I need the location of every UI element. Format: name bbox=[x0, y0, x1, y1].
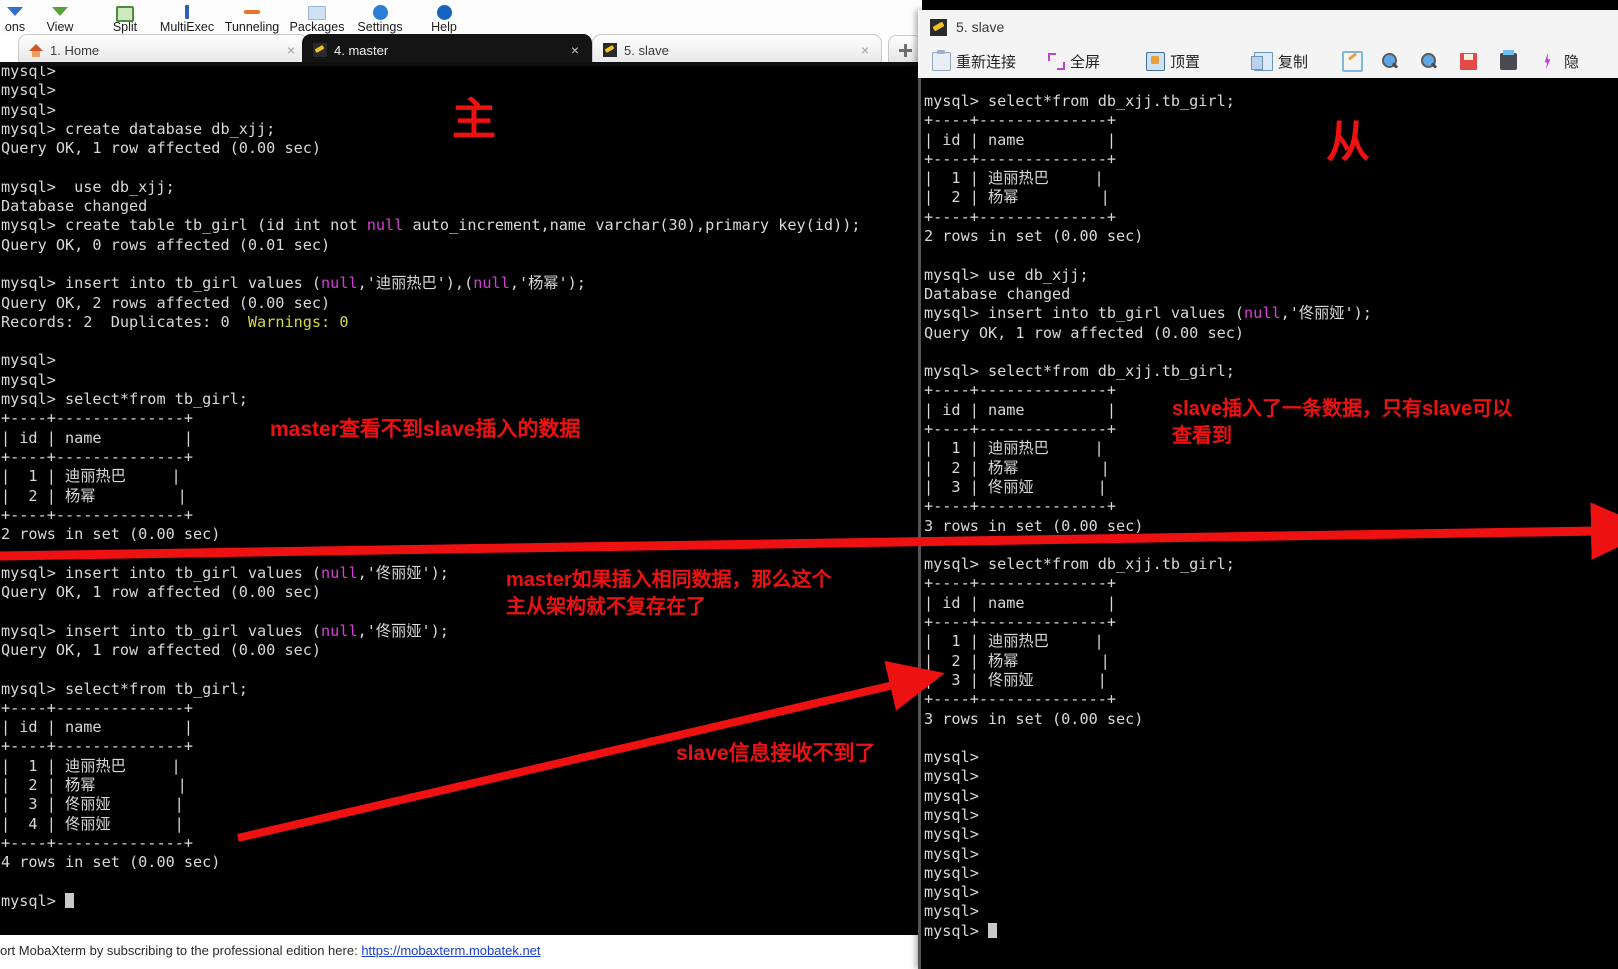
key-icon bbox=[313, 43, 327, 57]
fullscreen-label: 全屏 bbox=[1070, 53, 1101, 71]
reconnect-icon bbox=[932, 49, 951, 71]
slave-terminal-left-edge bbox=[918, 78, 921, 969]
split-icon bbox=[114, 4, 136, 22]
edit-button[interactable] bbox=[1342, 44, 1368, 78]
fullscreen-button[interactable]: 全屏 bbox=[1048, 44, 1100, 78]
zoom-in-button[interactable] bbox=[1382, 44, 1404, 78]
status-bar: ort MobaXterm by subscribing to the prof… bbox=[0, 935, 922, 969]
settings-icon bbox=[369, 4, 391, 20]
toolbar-item-view[interactable]: View bbox=[23, 0, 97, 36]
zoom-in-icon bbox=[1382, 52, 1399, 70]
toolbar-item-label: Tunneling bbox=[224, 20, 280, 34]
master-terminal[interactable]: mysql> mysql> mysql> mysql> create datab… bbox=[0, 66, 922, 935]
slave-window-title: 5. slave bbox=[956, 19, 1005, 35]
master-terminal-text: mysql> mysql> mysql> mysql> create datab… bbox=[1, 66, 861, 910]
status-bar-text: ort MobaXterm by subscribing to the prof… bbox=[0, 943, 358, 958]
toolbar-item-label: View bbox=[46, 20, 74, 34]
toolbar-item-help[interactable]: Help bbox=[407, 0, 481, 36]
tab-close-icon[interactable]: × bbox=[571, 42, 579, 58]
slave-toolbar: 重新连接 全屏 顶置 复制 隐 bbox=[918, 44, 1618, 78]
zoom-out-icon bbox=[1421, 52, 1438, 70]
slave-detached-window: 5. slave 重新连接 全屏 顶置 复制 隐 mysql> select*f… bbox=[918, 10, 1618, 969]
tunneling-icon bbox=[241, 4, 263, 20]
toolbar-item-settings[interactable]: Settings bbox=[343, 0, 417, 36]
plus-icon bbox=[898, 43, 912, 57]
save-icon bbox=[1460, 52, 1477, 70]
always-on-top-icon bbox=[1146, 51, 1165, 71]
bolt-icon bbox=[1539, 53, 1556, 70]
new-tab-button[interactable] bbox=[888, 35, 922, 65]
tab-label: 1. Home bbox=[50, 42, 100, 58]
tab-close-icon[interactable]: × bbox=[861, 42, 869, 58]
reconnect-label: 重新连接 bbox=[956, 53, 1017, 71]
toolbar-item-label: Split bbox=[112, 20, 138, 34]
reconnect-button[interactable]: 重新连接 bbox=[932, 44, 1016, 78]
key-icon bbox=[603, 43, 617, 57]
hide-label: 隐 bbox=[1564, 53, 1580, 71]
print-button[interactable] bbox=[1500, 44, 1522, 78]
copy-button[interactable]: 复制 bbox=[1251, 44, 1309, 78]
slave-terminal[interactable]: mysql> select*from db_xjj.tb_girl; +----… bbox=[918, 78, 1618, 969]
mobaxterm-main-window: ons View Split MultiExec Tunneling Packa… bbox=[0, 0, 922, 969]
toolbar-item-label: MultiExec bbox=[159, 20, 215, 34]
tab-label: 5. slave bbox=[624, 42, 669, 58]
fullscreen-icon bbox=[1048, 52, 1065, 70]
main-toolbar: ons View Split MultiExec Tunneling Packa… bbox=[0, 0, 922, 36]
copy-icon bbox=[1251, 51, 1273, 71]
always-on-top-label: 顶置 bbox=[1170, 53, 1201, 71]
print-icon bbox=[1500, 49, 1517, 70]
mobaxterm-link[interactable]: https://mobaxterm.mobatek.net bbox=[361, 943, 540, 958]
copy-label: 复制 bbox=[1278, 53, 1309, 71]
bolt-button[interactable] bbox=[1539, 44, 1561, 78]
toolbar-item-multiexec[interactable]: MultiExec bbox=[150, 0, 224, 36]
tab-label: 4. master bbox=[334, 42, 389, 58]
toolbar-item-tunneling[interactable]: Tunneling bbox=[215, 0, 289, 36]
tab-close-icon[interactable]: × bbox=[287, 42, 295, 58]
home-icon bbox=[29, 43, 43, 57]
hide-button[interactable]: 隐 bbox=[1564, 44, 1579, 78]
save-button[interactable] bbox=[1460, 44, 1482, 78]
edit-icon bbox=[1342, 50, 1363, 72]
help-icon bbox=[433, 4, 455, 20]
toolbar-item-label: Packages bbox=[289, 20, 345, 34]
always-on-top-button[interactable]: 顶置 bbox=[1146, 44, 1200, 78]
toolbar-item-label: Settings bbox=[357, 20, 403, 34]
slave-terminal-text: mysql> select*from db_xjj.tb_girl; +----… bbox=[924, 92, 1372, 940]
toolbar-item-label: Help bbox=[431, 20, 457, 34]
arrow-down-green-icon bbox=[49, 4, 71, 20]
key-icon bbox=[930, 18, 947, 36]
slave-window-titlebar[interactable]: 5. slave bbox=[918, 10, 1618, 44]
zoom-out-button[interactable] bbox=[1421, 44, 1443, 78]
multiexec-icon bbox=[176, 4, 198, 20]
packages-icon bbox=[306, 4, 328, 20]
